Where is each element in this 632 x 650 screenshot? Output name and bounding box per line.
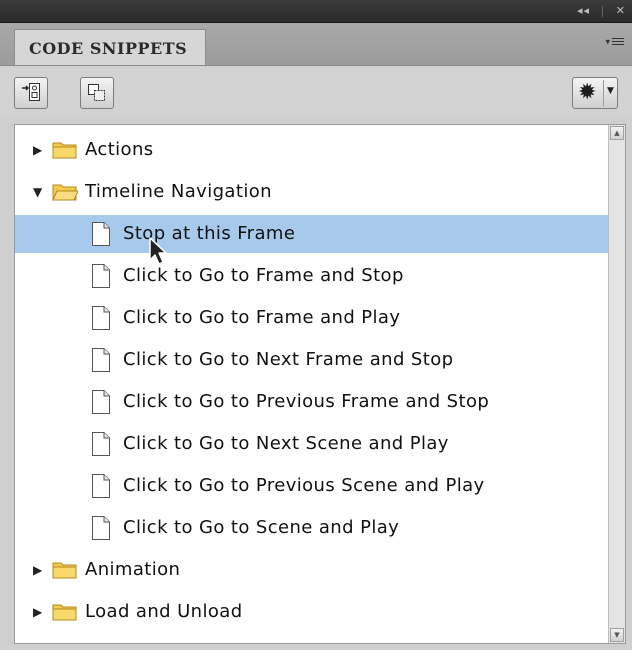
tab-label: CODE SNIPPETS xyxy=(29,39,188,58)
copy-to-clipboard-button[interactable] xyxy=(80,77,114,109)
tree-snippet-row[interactable]: Click to Go to Frame and Stop xyxy=(15,257,610,295)
tree-folder-row[interactable]: ▶ Animation xyxy=(15,551,610,589)
tree-item-label: Click to Go to Next Scene and Play xyxy=(123,433,449,454)
snippet-document-icon xyxy=(92,222,110,246)
tree-snippet-row[interactable]: Click to Go to Previous Frame and Stop xyxy=(15,383,610,421)
tree-item-label: Timeline Navigation xyxy=(85,181,272,202)
vertical-scrollbar[interactable]: ▲ ▼ xyxy=(608,125,625,643)
snippet-document-icon xyxy=(92,432,110,456)
folder-icon xyxy=(52,562,77,579)
gear-icon: ✹ xyxy=(578,80,597,105)
tab-code-snippets[interactable]: CODE SNIPPETS xyxy=(14,29,206,65)
tree-item-label: Load and Unload xyxy=(85,601,243,622)
tree-folder-row[interactable]: ▶ Actions xyxy=(15,131,610,169)
tree-item-label: Click to Go to Next Frame and Stop xyxy=(123,349,454,370)
folder-icon xyxy=(52,142,77,159)
expanded-arrow-icon[interactable]: ▼ xyxy=(33,185,42,199)
code-snippets-panel: ◂◂ | ✕ CODE SNIPPETS ▾ ✹ ▼ ▶ Actions ▼ T… xyxy=(0,0,632,650)
mouse-cursor-icon xyxy=(149,237,167,265)
tree-item-label: Click to Go to Frame and Stop xyxy=(123,265,404,286)
collapsed-arrow-icon[interactable]: ▶ xyxy=(33,143,42,157)
tree-snippet-row[interactable]: Click to Go to Scene and Play xyxy=(15,509,610,547)
tree-item-label: Click to Go to Scene and Play xyxy=(123,517,400,538)
scroll-down-arrow-icon[interactable]: ▼ xyxy=(610,628,624,642)
tree-snippet-row[interactable]: Click to Go to Next Frame and Stop xyxy=(15,341,610,379)
snippet-document-icon xyxy=(92,306,110,330)
tree-snippet-row[interactable]: Click to Go to Previous Scene and Play xyxy=(15,467,610,505)
collapsed-arrow-icon[interactable]: ▶ xyxy=(33,563,42,577)
tree-snippet-row[interactable]: Stop at this Frame xyxy=(15,215,610,253)
snippet-document-icon xyxy=(92,264,110,288)
add-to-current-frame-button[interactable] xyxy=(14,77,48,109)
tree-item-label: Click to Go to Previous Frame and Stop xyxy=(123,391,490,412)
tree-item-label: Click to Go to Previous Scene and Play xyxy=(123,475,485,496)
snippet-document-icon xyxy=(92,390,110,414)
snippets-tree: ▶ Actions ▼ Timeline Navigation Stop at this… xyxy=(14,124,626,644)
tree-item-label: Animation xyxy=(85,559,181,580)
folder-icon xyxy=(52,604,77,621)
snippet-document-icon xyxy=(92,474,110,498)
tree-snippet-row[interactable]: Click to Go to Frame and Play xyxy=(15,299,610,337)
collapse-panel-icon[interactable]: ◂◂ xyxy=(577,4,590,17)
open-folder-icon xyxy=(52,184,78,201)
snippet-document-icon xyxy=(92,516,110,540)
options-menu-button[interactable]: ✹ ▼ xyxy=(572,77,618,109)
tree-snippet-row[interactable]: Click to Go to Next Scene and Play xyxy=(15,425,610,463)
snippets-toolbar: ✹ ▼ xyxy=(0,66,632,116)
snippet-document-icon xyxy=(92,348,110,372)
scroll-up-arrow-icon[interactable]: ▲ xyxy=(610,126,624,140)
tab-row: CODE SNIPPETS ▾ xyxy=(0,23,632,66)
close-panel-icon[interactable]: ✕ xyxy=(616,4,626,17)
collapsed-arrow-icon[interactable]: ▶ xyxy=(33,605,42,619)
chevron-down-icon: ▼ xyxy=(607,86,614,96)
tree-folder-row[interactable]: ▶ Load and Unload xyxy=(15,593,610,631)
tree-item-label: Click to Go to Frame and Play xyxy=(123,307,401,328)
tree-item-label: Actions xyxy=(85,139,154,160)
tree-folder-row[interactable]: ▼ Timeline Navigation xyxy=(15,173,610,211)
copy-to-clipboard-icon xyxy=(88,84,105,101)
add-to-current-frame-icon xyxy=(22,83,40,101)
panel-title-bar: ◂◂ | ✕ xyxy=(0,0,632,23)
panel-menu-icon[interactable]: ▾ xyxy=(605,35,624,49)
